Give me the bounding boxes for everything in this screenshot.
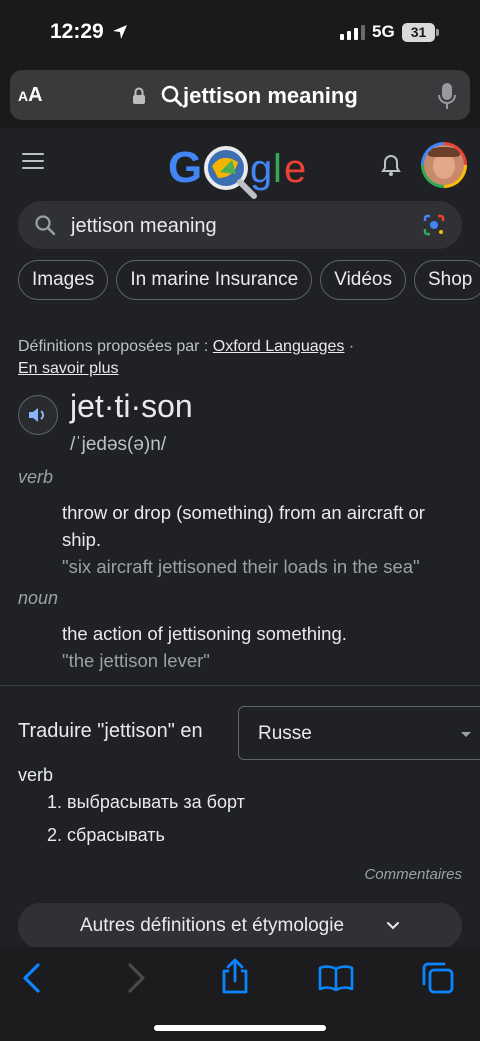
location-arrow-icon bbox=[113, 25, 127, 39]
search-filter-chips: Images In marine Insurance Vidéos Shop bbox=[18, 260, 480, 300]
google-search-box[interactable]: jettison meaning bbox=[18, 201, 462, 249]
search-icon bbox=[35, 215, 56, 236]
search-icon bbox=[161, 85, 183, 107]
notifications-bell-icon[interactable] bbox=[380, 153, 402, 177]
browser-address-area: AA jettison meaning bbox=[0, 66, 480, 128]
url-text[interactable]: jettison meaning bbox=[183, 83, 358, 109]
translation-item: 2. сбрасывать bbox=[47, 825, 165, 845]
dropdown-caret-icon bbox=[461, 732, 471, 737]
language-select[interactable]: Russe bbox=[238, 706, 480, 760]
forward-arrow-icon[interactable] bbox=[124, 962, 148, 994]
source-prefix: Définitions proposées par : bbox=[18, 338, 213, 355]
definition-verb: throw or drop (something) from an aircra… bbox=[62, 502, 425, 550]
chip-marine-insurance[interactable]: In marine Insurance bbox=[116, 260, 313, 300]
chip-shopping[interactable]: Shop bbox=[414, 260, 480, 300]
chevron-down-icon bbox=[387, 922, 399, 930]
source-separator: · bbox=[344, 338, 355, 355]
section-divider bbox=[0, 685, 480, 686]
speaker-icon bbox=[29, 408, 44, 422]
battery-tip bbox=[436, 29, 439, 36]
cellular-signal-icon bbox=[340, 24, 365, 40]
translation-part-of-speech: verb bbox=[18, 765, 54, 785]
dictionary-source: Définitions proposées par : Oxford Langu… bbox=[18, 336, 468, 380]
bookmarks-icon[interactable] bbox=[318, 964, 354, 992]
chip-images[interactable]: Images bbox=[18, 260, 109, 300]
google-doodle-logo[interactable]: G g l e bbox=[168, 138, 313, 200]
back-arrow-icon[interactable] bbox=[20, 962, 44, 994]
lock-icon bbox=[133, 87, 145, 104]
home-indicator[interactable] bbox=[154, 1025, 326, 1031]
oxford-languages-link[interactable]: Oxford Languages bbox=[213, 338, 345, 355]
more-definitions-button[interactable]: Autres définitions et étymologie bbox=[18, 903, 462, 949]
svg-text:g: g bbox=[250, 147, 272, 191]
phonetic-spelling: /ˈjedəs(ə)n/ bbox=[70, 434, 167, 455]
page-settings-button[interactable]: AA bbox=[18, 84, 43, 107]
google-lens-icon[interactable] bbox=[422, 213, 446, 237]
feedback-link[interactable]: Commentaires bbox=[364, 866, 462, 883]
status-bar: 12:29 5G 31 bbox=[0, 0, 480, 66]
network-type: 5G bbox=[372, 22, 395, 41]
chip-videos[interactable]: Vidéos bbox=[320, 260, 406, 300]
pronunciation-button[interactable] bbox=[18, 395, 58, 435]
tabs-icon[interactable] bbox=[421, 961, 455, 995]
hamburger-menu-icon[interactable] bbox=[22, 153, 44, 174]
part-of-speech-noun: noun bbox=[18, 588, 59, 608]
translate-label: Traduire "jettison" en bbox=[18, 720, 203, 742]
learn-more-link[interactable]: En savoir plus bbox=[18, 360, 119, 377]
example-verb: "six aircraft jettisoned their loads in … bbox=[62, 556, 420, 577]
language-select-value: Russe bbox=[258, 723, 312, 744]
part-of-speech-verb: verb bbox=[18, 467, 54, 487]
headword: jet·ti·son bbox=[70, 388, 193, 424]
account-avatar[interactable] bbox=[421, 142, 467, 188]
svg-text:e: e bbox=[284, 147, 306, 191]
status-time: 12:29 bbox=[50, 20, 104, 43]
definition-noun: the action of jettisoning something. bbox=[62, 623, 347, 644]
address-bar[interactable]: AA jettison meaning bbox=[10, 70, 470, 120]
example-noun: "the jettison lever" bbox=[62, 650, 210, 671]
search-input[interactable]: jettison meaning bbox=[71, 215, 217, 238]
translation-item: 1. выбрасывать за борт bbox=[47, 792, 245, 812]
more-definitions-label: Autres définitions et étymologie bbox=[80, 915, 345, 936]
share-icon[interactable] bbox=[220, 957, 250, 995]
svg-text:l: l bbox=[273, 147, 282, 191]
microphone-icon[interactable] bbox=[438, 82, 456, 110]
svg-text:G: G bbox=[168, 143, 202, 192]
battery-icon: 31 bbox=[402, 23, 435, 42]
